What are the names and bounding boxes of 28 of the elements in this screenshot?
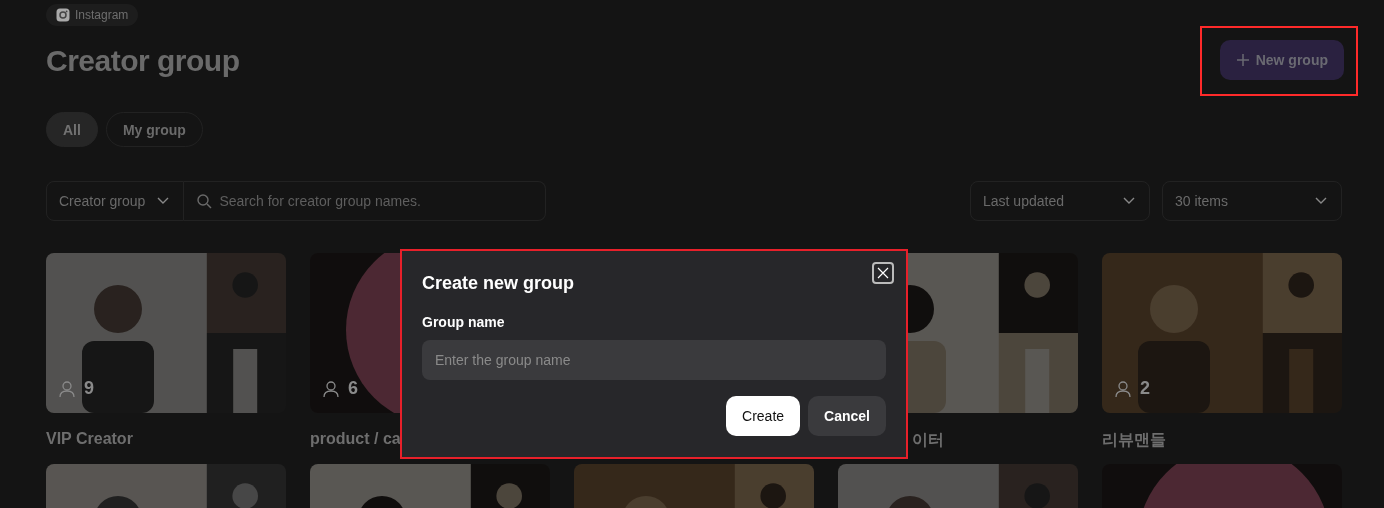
person-icon [58, 379, 76, 398]
member-count: 6 [348, 378, 358, 399]
cancel-button[interactable]: Cancel [808, 396, 886, 436]
page-size-select[interactable]: 30 items [1162, 181, 1342, 221]
group-name[interactable]: VIP Creator [46, 430, 133, 448]
field-label: Group name [422, 314, 506, 330]
create-button[interactable]: Create [726, 396, 801, 436]
search-icon [196, 193, 213, 209]
platform-label: Instagram [75, 8, 129, 22]
instagram-icon [56, 8, 70, 22]
search-field[interactable]: Search for creator group names. [184, 181, 546, 221]
page-title: Creator group [46, 44, 240, 78]
sort-select[interactable]: Last updated [970, 181, 1150, 221]
member-count: 9 [84, 378, 94, 399]
group-name[interactable]: product / ca [310, 430, 401, 448]
input-field[interactable]: Enter the group name [422, 340, 886, 380]
group-name[interactable]: 이터 [912, 430, 944, 451]
dialog-title: Create new group [422, 273, 575, 294]
new-group-button[interactable]: New group [1219, 40, 1344, 80]
filter-tab[interactable]: All [46, 112, 98, 147]
group-name[interactable]: 리뷰맨들 [1102, 430, 1166, 451]
plus-icon [1235, 53, 1250, 67]
close-icon [877, 267, 889, 279]
close-button[interactable] [872, 262, 894, 284]
person-icon [322, 379, 340, 398]
scope-select[interactable]: Creator group [46, 181, 185, 221]
person-icon [1114, 379, 1132, 398]
member-count: 2 [1140, 378, 1150, 399]
